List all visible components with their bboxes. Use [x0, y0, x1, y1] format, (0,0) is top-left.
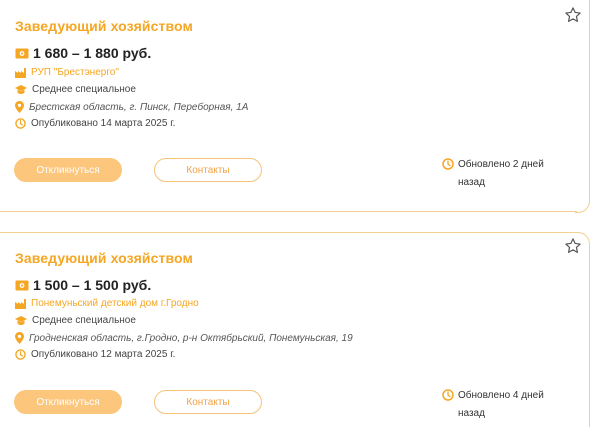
star-icon[interactable] [564, 6, 582, 24]
address-row: Брестская область, г. Пинск, Переборная,… [15, 101, 248, 113]
clock-icon [15, 118, 26, 129]
published-row: Опубликовано 14 марта 2025 г. [15, 118, 175, 129]
updated-text: Обновлено 4 дней [458, 390, 544, 401]
salary-text: 1 680 – 1 880 руб. [33, 45, 152, 61]
salary: 1 500 – 1 500 руб. [15, 277, 151, 293]
apply-button[interactable]: Откликнуться [14, 158, 122, 182]
updated-info: Обновлено 2 дней назад [442, 156, 562, 192]
education-row: Среднее специальное [15, 315, 136, 326]
salary-text: 1 500 – 1 500 руб. [33, 277, 152, 293]
vacancy-title[interactable]: Заведующий хозяйством [15, 18, 193, 34]
updated-text-line2: назад [458, 177, 485, 188]
updated-text: Обновлено 2 дней [458, 159, 544, 170]
address-row: Гродненская область, г.Гродно, р-н Октяб… [15, 332, 353, 344]
clock-icon [442, 158, 454, 170]
star-icon[interactable] [564, 237, 582, 255]
published-row: Опубликовано 12 марта 2025 г. [15, 349, 175, 360]
card-border [0, 211, 577, 212]
location-pin-icon [15, 101, 24, 113]
location-pin-icon [15, 332, 24, 344]
clock-icon [15, 349, 26, 360]
apply-button[interactable]: Откликнуться [14, 390, 122, 414]
vacancy-card: Заведующий хозяйством 1 500 – 1 500 руб.… [0, 232, 590, 427]
vacancy-title[interactable]: Заведующий хозяйством [15, 250, 193, 266]
education-text: Среднее специальное [32, 315, 136, 326]
published-text: Опубликовано 12 марта 2025 г. [31, 349, 176, 360]
contacts-button[interactable]: Контакты [154, 390, 262, 414]
factory-icon [15, 67, 26, 78]
address-text: Гродненская область, г.Гродно, р-н Октяб… [29, 332, 353, 344]
company-row: Понемуньский детский дом г.Гродно [15, 298, 199, 309]
address-text: Брестская область, г. Пинск, Переборная,… [29, 101, 249, 113]
vacancy-card: Заведующий хозяйством 1 680 – 1 880 руб.… [0, 0, 590, 214]
education-row: Среднее специальное [15, 84, 136, 95]
updated-info: Обновлено 4 дней назад [442, 387, 562, 423]
money-icon [15, 280, 29, 290]
money-icon [15, 48, 29, 58]
salary: 1 680 – 1 880 руб. [15, 45, 151, 61]
education-text: Среднее специальное [32, 84, 136, 95]
published-text: Опубликовано 14 марта 2025 г. [31, 118, 176, 129]
company-row: РУП "Брестэнерго" [15, 67, 119, 78]
clock-icon [442, 389, 454, 401]
contacts-button[interactable]: Контакты [154, 158, 262, 182]
card-border [575, 198, 590, 213]
card-border [0, 232, 577, 233]
company-link[interactable]: Понемуньский детский дом г.Гродно [31, 298, 199, 309]
factory-icon [15, 298, 26, 309]
updated-text-line2: назад [458, 408, 485, 419]
graduation-cap-icon [15, 315, 27, 325]
company-link[interactable]: РУП "Брестэнерго" [31, 67, 119, 78]
graduation-cap-icon [15, 84, 27, 94]
